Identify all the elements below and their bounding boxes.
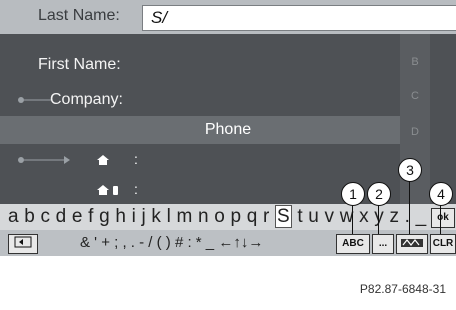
ok-button[interactable]: ok bbox=[431, 208, 455, 228]
connector-arrow-icon bbox=[18, 156, 70, 164]
alphabet-index-letter[interactable]: C bbox=[400, 90, 430, 102]
keyboard-letters[interactable]: t u v w x y z . _ bbox=[292, 206, 427, 227]
phone-mobile-value: : bbox=[134, 181, 138, 197]
keyboard-letters[interactable]: a b c d e f g h i j k l m n o p q r bbox=[8, 206, 275, 227]
home-mobile-icon bbox=[97, 185, 118, 195]
callout-number: 3 bbox=[398, 158, 422, 182]
alphabet-index-letter[interactable]: B bbox=[400, 56, 430, 68]
callout-leader bbox=[409, 180, 410, 234]
character-set-icon[interactable] bbox=[396, 234, 428, 254]
company-label[interactable]: Company: bbox=[50, 91, 123, 109]
keyboard-symbols[interactable]: & ' + ; , . - / ( ) # : * _ ←↑↓→ bbox=[80, 234, 263, 251]
last-name-label: Last Name: bbox=[38, 7, 120, 24]
back-icon[interactable] bbox=[8, 234, 38, 254]
callout-number: 4 bbox=[429, 182, 453, 206]
first-name-label[interactable]: First Name: bbox=[38, 56, 121, 74]
home-icon bbox=[97, 155, 109, 165]
phone-section-heading: Phone bbox=[204, 121, 252, 138]
callout-leader bbox=[352, 203, 353, 234]
callout-number: 2 bbox=[367, 182, 391, 206]
abc-button[interactable]: ABC bbox=[336, 234, 370, 254]
phone-home-value: : bbox=[134, 151, 138, 167]
callout-leader bbox=[378, 203, 379, 234]
alphabet-index-letter[interactable]: D bbox=[400, 126, 430, 138]
keyboard-selected-letter[interactable]: S bbox=[274, 205, 292, 228]
keyboard-letter-row: a b c d e f g h i j k l m n o p q r S t … bbox=[0, 204, 456, 230]
more-button[interactable]: ... bbox=[372, 234, 394, 254]
figure-reference-code: P82.87-6848-31 bbox=[359, 282, 446, 296]
callout-number: 1 bbox=[341, 182, 365, 206]
clear-button[interactable]: CLR bbox=[430, 234, 456, 254]
callout-leader bbox=[440, 203, 441, 234]
last-name-input[interactable]: S/ bbox=[142, 5, 456, 31]
